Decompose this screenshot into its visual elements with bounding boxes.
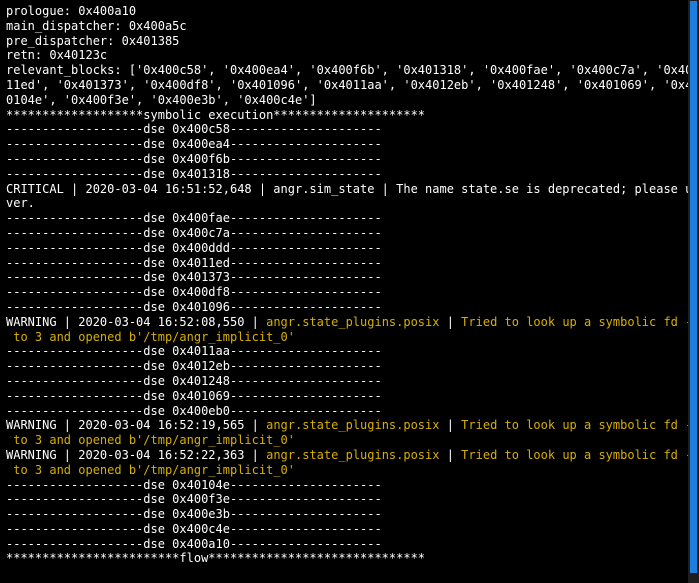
terminal-line: pre_dispatcher: 0x401385 bbox=[6, 34, 688, 49]
terminal-line: 0104e', '0x400f3e', '0x400e3b', '0x400c4… bbox=[6, 93, 688, 108]
terminal-line: -------------------dse 0x4011ed---------… bbox=[6, 256, 688, 271]
terminal-line: -------------------dse 0x4011aa---------… bbox=[6, 344, 688, 359]
terminal-line: -------------------dse 0x401373---------… bbox=[6, 270, 688, 285]
log-text: -------------------dse 0x400a10---------… bbox=[6, 536, 382, 551]
log-text: -------------------dse 0x400c58---------… bbox=[6, 122, 382, 137]
terminal-line: -------------------dse 0x400e3b---------… bbox=[6, 507, 688, 522]
log-highlight-text: Tried to look up a symbolic fd - con bbox=[461, 314, 688, 329]
terminal-line: ver. bbox=[6, 196, 688, 211]
log-text: 11ed', '0x401373', '0x400df8', '0x401096… bbox=[6, 77, 688, 92]
log-text: -------------------dse 0x4011ed---------… bbox=[6, 255, 382, 270]
terminal-line: -------------------dse 0x400eb0---------… bbox=[6, 404, 688, 419]
log-highlight-text: angr.state_plugins.posix bbox=[266, 418, 440, 433]
log-text: -------------------dse 0x401069---------… bbox=[6, 388, 382, 403]
log-text: retn: 0x40123c bbox=[6, 48, 108, 63]
log-text: WARNING | 2020-03-04 16:52:22,363 | bbox=[6, 447, 267, 462]
terminal-line: CRITICAL | 2020-03-04 16:51:52,648 | ang… bbox=[6, 182, 688, 197]
terminal-line: prologue: 0x400a10 bbox=[6, 4, 688, 19]
log-text: -------------------dse 0x400ddd---------… bbox=[6, 240, 382, 255]
terminal-line: -------------------dse 0x400df8---------… bbox=[6, 285, 688, 300]
terminal-line: *******************symbolic execution***… bbox=[6, 108, 688, 123]
terminal-line: WARNING | 2020-03-04 16:52:08,550 | angr… bbox=[6, 315, 688, 330]
log-text: -------------------dse 0x400f6b---------… bbox=[6, 151, 382, 166]
log-text: -------------------dse 0x400df8---------… bbox=[6, 285, 382, 300]
log-highlight-text: angr.state_plugins.posix bbox=[266, 314, 440, 329]
log-text: -------------------dse 0x400eb0---------… bbox=[6, 403, 382, 418]
terminal-line: -------------------dse 0x401318---------… bbox=[6, 167, 688, 182]
log-highlight-text: Tried to look up a symbolic fd - con bbox=[461, 447, 688, 462]
terminal-line: -------------------dse 0x40104e---------… bbox=[6, 478, 688, 493]
log-text: -------------------dse 0x400fae---------… bbox=[6, 211, 382, 226]
log-text: ver. bbox=[6, 196, 35, 211]
terminal-line: -------------------dse 0x400c7a---------… bbox=[6, 226, 688, 241]
log-text: CRITICAL | 2020-03-04 16:51:52,648 | ang… bbox=[6, 181, 688, 196]
terminal-line: main_dispatcher: 0x400a5c bbox=[6, 19, 688, 34]
terminal-line: relevant_blocks: ['0x400c58', '0x400ea4'… bbox=[6, 63, 688, 78]
terminal-line: -------------------dse 0x401096---------… bbox=[6, 300, 688, 315]
terminal-line: 11ed', '0x401373', '0x400df8', '0x401096… bbox=[6, 78, 688, 93]
log-text: -------------------dse 0x401248---------… bbox=[6, 373, 382, 388]
terminal-output: prologue: 0x400a10 main_dispatcher: 0x400… bbox=[0, 0, 688, 566]
log-text: -------------------dse 0x400f3e---------… bbox=[6, 492, 382, 507]
log-text: -------------------dse 0x401096---------… bbox=[6, 299, 382, 314]
log-highlight-text: to 3 and opened b'/tmp/angr_implicit_0' bbox=[6, 462, 295, 477]
log-text: WARNING | 2020-03-04 16:52:19,565 | bbox=[6, 418, 267, 433]
log-text: -------------------dse 0x400c4e---------… bbox=[6, 521, 382, 536]
log-text: 0104e', '0x400f3e', '0x400e3b', '0x400c4… bbox=[6, 92, 317, 107]
scrollbar-thumb[interactable] bbox=[690, 1, 697, 573]
log-highlight-text: to 3 and opened b'/tmp/angr_implicit_0' bbox=[6, 433, 295, 448]
log-highlight-text: angr.state_plugins.posix bbox=[266, 447, 440, 462]
terminal-line: -------------------dse 0x400fae---------… bbox=[6, 211, 688, 226]
log-text: | bbox=[439, 418, 462, 433]
terminal-line: -------------------dse 0x400a10---------… bbox=[6, 537, 688, 552]
terminal-line: to 3 and opened b'/tmp/angr_implicit_0' bbox=[6, 463, 688, 478]
log-text: -------------------dse 0x4011aa---------… bbox=[6, 344, 382, 359]
log-text: | bbox=[439, 447, 462, 462]
terminal-line: retn: 0x40123c bbox=[6, 48, 688, 63]
log-text: -------------------dse 0x4012eb---------… bbox=[6, 359, 382, 374]
log-text: ************************flow************… bbox=[6, 551, 426, 566]
log-text: prologue: 0x400a10 bbox=[6, 4, 137, 18]
log-text: -------------------dse 0x400e3b---------… bbox=[6, 507, 382, 522]
terminal-line: ************************flow************… bbox=[6, 551, 688, 566]
terminal-line: WARNING | 2020-03-04 16:52:22,363 | angr… bbox=[6, 448, 688, 463]
log-text: pre_dispatcher: 0x401385 bbox=[6, 33, 180, 48]
log-text: | bbox=[439, 314, 462, 329]
log-highlight-text: Tried to look up a symbolic fd - con bbox=[461, 418, 688, 433]
terminal-line: to 3 and opened b'/tmp/angr_implicit_0' bbox=[6, 330, 688, 345]
terminal-line: -------------------dse 0x400c58---------… bbox=[6, 122, 688, 137]
log-text: *******************symbolic execution***… bbox=[6, 107, 426, 122]
terminal-window[interactable]: prologue: 0x400a10 main_dispatcher: 0x400… bbox=[0, 0, 688, 583]
terminal-line: to 3 and opened b'/tmp/angr_implicit_0' bbox=[6, 433, 688, 448]
terminal-line: -------------------dse 0x400c4e---------… bbox=[6, 522, 688, 537]
log-text: relevant_blocks: ['0x400c58', '0x400ea4'… bbox=[6, 63, 688, 78]
terminal-line: -------------------dse 0x401069---------… bbox=[6, 389, 688, 404]
log-text: main_dispatcher: 0x400a5c bbox=[6, 18, 187, 33]
terminal-line: -------------------dse 0x400ddd---------… bbox=[6, 241, 688, 256]
log-text: -------------------dse 0x401318---------… bbox=[6, 166, 382, 181]
log-text: -------------------dse 0x40104e---------… bbox=[6, 477, 382, 492]
log-text: WARNING | 2020-03-04 16:52:08,550 | bbox=[6, 314, 267, 329]
terminal-line: -------------------dse 0x400f3e---------… bbox=[6, 492, 688, 507]
log-text: -------------------dse 0x400ea4---------… bbox=[6, 137, 382, 152]
terminal-line: -------------------dse 0x4012eb---------… bbox=[6, 359, 688, 374]
vertical-scrollbar[interactable] bbox=[688, 0, 699, 583]
terminal-line: -------------------dse 0x400f6b---------… bbox=[6, 152, 688, 167]
log-highlight-text: to 3 and opened b'/tmp/angr_implicit_0' bbox=[6, 329, 295, 344]
log-text: -------------------dse 0x401373---------… bbox=[6, 270, 382, 285]
log-text: -------------------dse 0x400c7a---------… bbox=[6, 225, 382, 240]
terminal-line: WARNING | 2020-03-04 16:52:19,565 | angr… bbox=[6, 418, 688, 433]
terminal-line: -------------------dse 0x400ea4---------… bbox=[6, 137, 688, 152]
terminal-line: -------------------dse 0x401248---------… bbox=[6, 374, 688, 389]
